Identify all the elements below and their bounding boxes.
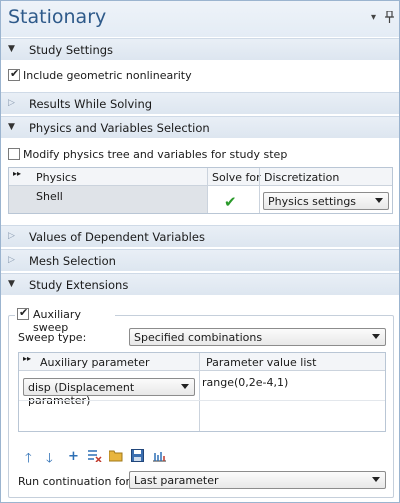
group-caption: ✔ Auxiliary sweep bbox=[15, 306, 115, 334]
header-corner-icon: ▸▸ bbox=[23, 354, 32, 363]
parameter-value-list-cell[interactable]: range(0,2e-4,1) bbox=[202, 376, 288, 389]
window-titlebar: Stationary ▾ bbox=[1, 1, 399, 37]
section-title: Values of Dependent Variables bbox=[29, 230, 205, 244]
move-down-icon[interactable]: 🡓 bbox=[46, 449, 53, 471]
discretization-select[interactable]: Physics settings bbox=[263, 192, 389, 210]
chevron-down-icon bbox=[372, 477, 380, 482]
row-divider bbox=[19, 400, 385, 401]
expanded-arrow-icon: ▼ bbox=[8, 122, 15, 132]
column-divider bbox=[259, 168, 260, 213]
column-physics: Physics bbox=[36, 171, 77, 184]
section-physics-variables[interactable]: ▼ Physics and Variables Selection bbox=[1, 116, 399, 138]
collapsed-arrow-icon: ▷ bbox=[8, 231, 15, 241]
geometric-nonlinearity-label: Include geometric nonlinearity bbox=[23, 69, 192, 82]
section-title: Study Settings bbox=[29, 43, 114, 57]
save-to-file-icon[interactable] bbox=[131, 449, 144, 466]
sweep-type-value: Specified combinations bbox=[134, 331, 263, 344]
geometric-nonlinearity-checkbox[interactable]: ✔ bbox=[8, 67, 20, 81]
section-study-extensions[interactable]: ▼ Study Extensions bbox=[1, 273, 399, 295]
section-title: Study Extensions bbox=[29, 278, 129, 292]
table-header: ▸▸ Physics Solve for Discretization bbox=[9, 168, 392, 186]
column-solve-for: Solve for bbox=[212, 171, 261, 184]
discretization-value: Physics settings bbox=[268, 195, 357, 208]
chevron-down-icon bbox=[372, 334, 380, 339]
column-discretization: Discretization bbox=[264, 171, 340, 184]
section-results-while-solving[interactable]: ▷ Results While Solving bbox=[1, 92, 399, 114]
section-mesh-selection[interactable]: ▷ Mesh Selection bbox=[1, 249, 399, 271]
column-divider bbox=[199, 353, 200, 431]
modify-physics-tree-label: Modify physics tree and variables for st… bbox=[23, 148, 288, 161]
table-row[interactable]: Shell bbox=[9, 186, 207, 213]
section-title: Physics and Variables Selection bbox=[29, 121, 210, 135]
expanded-arrow-icon: ▼ bbox=[8, 44, 15, 54]
expanded-arrow-icon: ▼ bbox=[8, 279, 15, 289]
section-title: Mesh Selection bbox=[29, 254, 116, 268]
check-icon: ✔ bbox=[10, 67, 20, 80]
window-title: Stationary bbox=[8, 6, 107, 28]
column-parameter-value-list: Parameter value list bbox=[206, 356, 317, 369]
pin-icon[interactable] bbox=[385, 10, 394, 26]
auxiliary-parameter-select[interactable]: disp (Displacement parameter) bbox=[23, 378, 195, 407]
clear-table-icon[interactable] bbox=[88, 449, 102, 466]
run-continuation-value: Last parameter bbox=[134, 474, 219, 487]
section-title: Results While Solving bbox=[29, 97, 153, 111]
modify-physics-tree-checkbox[interactable] bbox=[8, 148, 20, 160]
load-from-file-icon[interactable] bbox=[108, 449, 124, 466]
run-continuation-select[interactable]: Last parameter bbox=[129, 471, 386, 489]
settings-window: Stationary ▾ ▼ Study Settings ✔ Include … bbox=[0, 0, 400, 503]
chevron-down-icon bbox=[181, 384, 189, 389]
auxiliary-parameter-value: disp (Displacement parameter) bbox=[28, 381, 135, 407]
section-study-settings[interactable]: ▼ Study Settings bbox=[1, 38, 399, 60]
collapsed-arrow-icon: ▷ bbox=[8, 255, 15, 265]
header-corner-icon: ▸▸ bbox=[13, 169, 22, 178]
solve-for-check-icon[interactable]: ✔ bbox=[224, 193, 237, 211]
physics-name: Shell bbox=[36, 190, 63, 203]
range-icon[interactable] bbox=[152, 449, 167, 466]
table-header: ▸▸ Auxiliary parameter Parameter value l… bbox=[19, 353, 385, 371]
auxiliary-parameter-table: ▸▸ Auxiliary parameter Parameter value l… bbox=[18, 352, 386, 432]
physics-table: ▸▸ Physics Solve for Discretization Shel… bbox=[8, 167, 393, 214]
column-divider bbox=[207, 168, 208, 213]
move-up-icon[interactable]: 🡑 bbox=[25, 449, 32, 471]
collapsed-arrow-icon: ▷ bbox=[8, 98, 15, 108]
add-icon[interactable]: + bbox=[68, 449, 79, 464]
run-continuation-label: Run continuation for: bbox=[18, 475, 134, 488]
sweep-type-label: Sweep type: bbox=[18, 331, 87, 344]
column-auxiliary-parameter: Auxiliary parameter bbox=[40, 356, 150, 369]
auxiliary-sweep-checkbox[interactable]: ✔ bbox=[17, 306, 29, 320]
chevron-down-icon bbox=[375, 198, 383, 203]
section-dependent-values[interactable]: ▷ Values of Dependent Variables bbox=[1, 225, 399, 247]
sweep-type-select[interactable]: Specified combinations bbox=[129, 328, 386, 346]
window-menu-icon[interactable]: ▾ bbox=[371, 12, 376, 23]
check-icon: ✔ bbox=[19, 306, 29, 319]
